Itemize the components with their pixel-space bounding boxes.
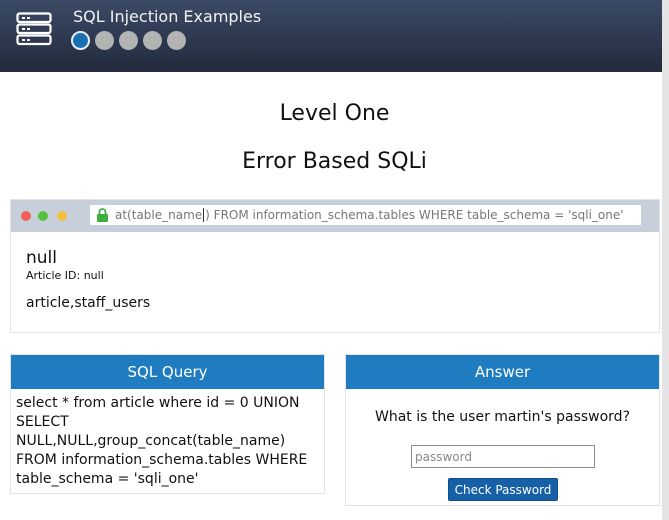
- answer-question: What is the user martin's password?: [375, 409, 630, 425]
- url-bar[interactable]: at(table_name) FROM information_schema.t…: [90, 205, 641, 225]
- answer-panel: Answer What is the user martin's passwor…: [345, 354, 660, 506]
- password-input[interactable]: [411, 445, 595, 468]
- level-dot-5[interactable]: [167, 31, 186, 50]
- check-password-button[interactable]: Check Password: [448, 478, 558, 501]
- lock-icon: [97, 208, 108, 222]
- close-dot-icon: [21, 211, 31, 221]
- url-text: at(table_name) FROM information_schema.t…: [115, 207, 624, 223]
- sql-query-text: select * from article where id = 0 UNION…: [16, 395, 308, 487]
- minimize-dot-icon: [57, 211, 67, 221]
- level-dot-4[interactable]: [143, 31, 162, 50]
- article-title: null: [26, 248, 57, 268]
- article-body: article,staff_users: [26, 295, 151, 311]
- top-bar: SQL Injection Examples: [0, 0, 669, 72]
- article-id: Article ID: null: [26, 269, 104, 282]
- answer-header: Answer: [346, 355, 659, 389]
- maximize-dot-icon: [38, 211, 48, 221]
- level-dot-2[interactable]: [95, 31, 114, 50]
- level-subtitle: Error Based SQLi: [242, 149, 427, 174]
- mock-browser-window: at(table_name) FROM information_schema.t…: [10, 199, 660, 333]
- app-title: SQL Injection Examples: [73, 7, 262, 26]
- browser-toolbar: at(table_name) FROM information_schema.t…: [11, 200, 659, 232]
- level-title: Level One: [279, 101, 390, 126]
- server-rack-icon: [16, 12, 52, 46]
- level-dot-3[interactable]: [119, 31, 138, 50]
- sql-query-header: SQL Query: [11, 355, 324, 389]
- level-dot-1[interactable]: [71, 31, 90, 50]
- sql-query-panel: SQL Query select * from article where id…: [10, 354, 325, 494]
- scrollbar[interactable]: [662, 0, 669, 520]
- level-progress-dots: [71, 31, 186, 50]
